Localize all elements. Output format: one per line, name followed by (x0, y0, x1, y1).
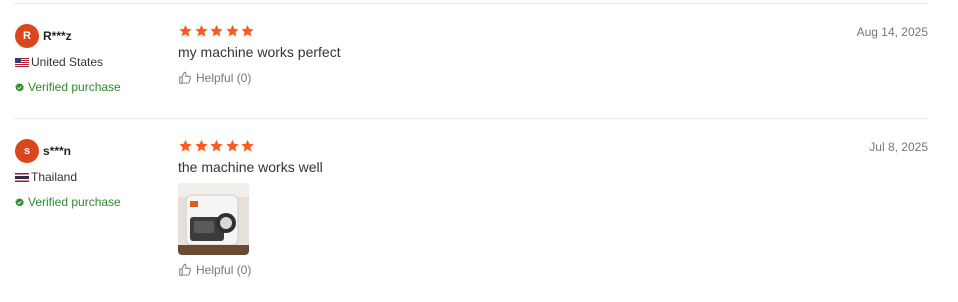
star-icon (179, 139, 192, 152)
reviewer-country: Thailand (31, 170, 78, 184)
review-list: R R***z United States Verified purchase … (0, 0, 958, 302)
avatar: R (15, 24, 39, 48)
star-icon (225, 139, 239, 152)
review-date: Jul 8, 2025 (869, 140, 928, 154)
star-rating (178, 139, 323, 153)
star-icon (241, 139, 254, 152)
helpful-button[interactable]: Helpful (0) (178, 263, 323, 277)
thumbs-up-icon (179, 263, 191, 276)
review-photo[interactable] (178, 183, 249, 255)
reviewer-country: United States (31, 55, 104, 69)
thailand-flag-icon (15, 172, 29, 182)
star-icon (179, 24, 192, 37)
star-icon (194, 139, 208, 152)
reviewer-info: R R***z United States Verified purchase (15, 24, 165, 95)
review-content: the machine works well Helpful (0) (178, 139, 323, 277)
star-icon (241, 24, 254, 37)
thumbs-up-icon (179, 71, 191, 84)
review-date: Aug 14, 2025 (856, 25, 928, 39)
verified-badge-icon (15, 82, 24, 91)
verified-purchase-label: Verified purchase (28, 195, 121, 209)
star-icon (225, 24, 239, 37)
verified-badge-icon (15, 197, 24, 206)
star-icon (194, 24, 208, 37)
star-rating (178, 24, 341, 38)
star-icon (210, 24, 223, 37)
reviewer-name: s***n (43, 144, 72, 158)
divider (14, 3, 928, 4)
review-photo-image (178, 183, 249, 255)
us-flag-icon (15, 57, 29, 67)
reviewer-name: R***z (43, 29, 72, 43)
verified-purchase-label: Verified purchase (28, 80, 121, 94)
helpful-label: Helpful (0) (196, 263, 252, 277)
star-icon (210, 139, 223, 152)
review-text: my machine works perfect (178, 44, 341, 60)
helpful-button[interactable]: Helpful (0) (178, 71, 341, 85)
divider (14, 118, 928, 119)
reviewer-info: s s***n Thailand Verified purchase (15, 139, 165, 210)
helpful-label: Helpful (0) (196, 71, 252, 85)
avatar: s (15, 139, 39, 163)
review-text: the machine works well (178, 159, 323, 175)
review-content: my machine works perfect Helpful (0) (178, 24, 341, 85)
